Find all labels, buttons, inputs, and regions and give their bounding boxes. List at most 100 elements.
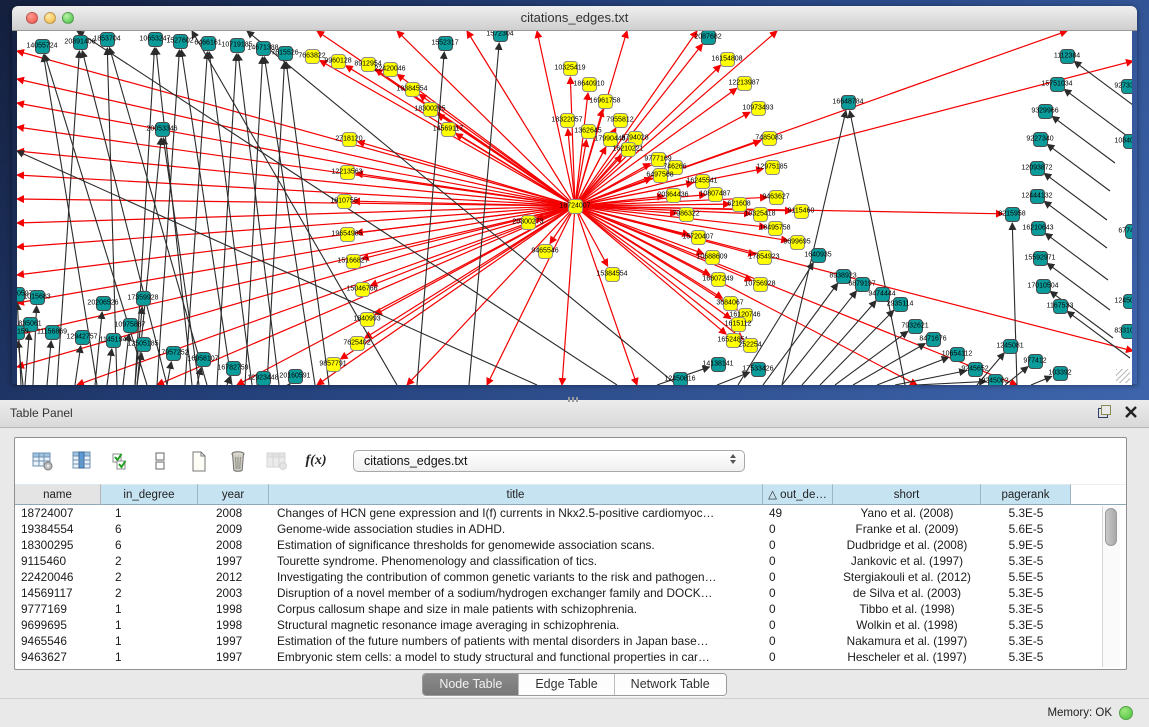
cell-out_degree[interactable]: 0 <box>763 649 833 665</box>
graph-node[interactable]: 7615526 <box>278 46 293 61</box>
cell-name[interactable]: 9463627 <box>15 649 101 665</box>
cell-title[interactable]: Estimation of significance thresholds fo… <box>269 537 763 553</box>
cell-in_degree[interactable]: 1 <box>101 601 198 617</box>
cell-in_degree[interactable]: 6 <box>101 521 198 537</box>
tab-network-table[interactable]: Network Table <box>615 674 726 695</box>
graph-node[interactable]: 977412 <box>1028 354 1043 369</box>
row-height-icon[interactable] <box>148 449 172 473</box>
cell-out_degree[interactable]: 49 <box>763 505 833 521</box>
graph-node[interactable]: 9273341 <box>1121 79 1133 94</box>
graph-node[interactable]: 18724007 <box>568 199 583 214</box>
cell-name[interactable]: 9465546 <box>15 633 101 649</box>
graph-node[interactable]: 1853704 <box>100 32 115 47</box>
table-row[interactable]: 1938455462009Genome-wide association stu… <box>15 521 1126 537</box>
graph-node[interactable]: 18495758 <box>768 221 783 236</box>
new-table-icon[interactable] <box>187 449 211 473</box>
cell-year[interactable]: 1997 <box>198 649 269 665</box>
graph-node[interactable]: 10325418 <box>753 207 768 222</box>
cell-title[interactable]: Genome-wide association studies in ADHD. <box>269 521 763 537</box>
table-row[interactable]: 1456911722003Disruption of a novel membe… <box>15 585 1126 601</box>
column-header-title[interactable]: title <box>269 484 763 505</box>
table-scrollbar[interactable] <box>1102 506 1120 667</box>
graph-node[interactable]: 15384554 <box>605 267 620 282</box>
graph-node[interactable]: 6774921 <box>1125 224 1133 239</box>
graph-node[interactable]: 14671388 <box>256 41 271 56</box>
graph-node[interactable]: 1840993 <box>360 312 375 327</box>
table-row[interactable]: 946554611997Estimation of the future num… <box>15 633 1126 649</box>
cell-name[interactable]: 9777169 <box>15 601 101 617</box>
cell-out_degree[interactable]: 0 <box>763 537 833 553</box>
graph-node[interactable]: 10653247 <box>148 32 163 47</box>
network-canvas[interactable]: 1872400776638229960128891295427181201221… <box>17 30 1132 385</box>
cell-year[interactable]: 2012 <box>198 569 269 585</box>
cell-short[interactable]: Wolkin et al. (1998) <box>833 617 981 633</box>
select-mode-icon[interactable] <box>109 449 133 473</box>
column-header-in_degree[interactable]: in_degree <box>101 484 198 505</box>
table-row[interactable]: 911546021997Tourette syndrome. Phenomeno… <box>15 553 1126 569</box>
cell-out_degree[interactable]: 0 <box>763 601 833 617</box>
cell-short[interactable]: Yano et al. (2008) <box>833 505 981 521</box>
graph-node[interactable]: 1572304 <box>493 30 508 42</box>
graph-node[interactable]: 339159 <box>17 325 25 340</box>
graph-node[interactable]: 2087682 <box>701 30 716 45</box>
graph-node[interactable]: 12975185 <box>765 160 780 175</box>
cell-name[interactable]: 9699695 <box>15 617 101 633</box>
graph-node[interactable]: 7485083 <box>762 131 777 146</box>
graph-node[interactable]: 17010504 <box>1036 279 1051 294</box>
column-header-year[interactable]: year <box>198 484 269 505</box>
tab-node-table[interactable]: Node Table <box>423 674 519 695</box>
cell-name[interactable]: 19384554 <box>15 521 101 537</box>
graph-node[interactable]: 9474444 <box>875 287 890 302</box>
graph-node[interactable]: 12450131 <box>1123 294 1133 309</box>
cell-short[interactable]: Jankovic et al. (1997) <box>833 553 981 569</box>
cell-title[interactable]: Changes of HCN gene expression and I(f) … <box>269 505 763 521</box>
graph-node[interactable]: 20300273 <box>521 215 536 230</box>
graph-node[interactable]: 11156869 <box>45 325 60 340</box>
table-settings-icon[interactable] <box>31 449 55 473</box>
graph-node[interactable]: 9465546 <box>538 244 553 259</box>
cell-title[interactable]: Corpus callosum shape and size in male p… <box>269 601 763 617</box>
cell-pagerank[interactable]: 5.3E-5 <box>981 633 1071 649</box>
graph-node[interactable]: 12213987 <box>737 76 752 91</box>
graph-node[interactable]: 9115460 <box>794 204 809 219</box>
graph-node[interactable]: 8471676 <box>926 332 941 347</box>
graph-node[interactable]: 10719185 <box>230 38 245 53</box>
graph-node[interactable]: 8215958 <box>1005 207 1020 222</box>
graph-node[interactable]: 20206526 <box>96 296 111 311</box>
graph-node[interactable]: 1640935 <box>811 248 826 263</box>
cell-name[interactable]: 14569117 <box>15 585 101 601</box>
graph-node[interactable]: 22420046 <box>383 62 398 77</box>
graph-node[interactable]: 14055724 <box>35 39 50 54</box>
cell-pagerank[interactable]: 5.3E-5 <box>981 553 1071 569</box>
column-header-name[interactable]: name <box>15 484 101 505</box>
graph-node[interactable]: 1167533 <box>1053 299 1068 314</box>
graph-node[interactable]: 14569117 <box>441 122 456 137</box>
cell-year[interactable]: 1997 <box>198 553 269 569</box>
splitter-grip[interactable] <box>568 397 578 402</box>
column-visibility-icon[interactable] <box>70 449 94 473</box>
graph-node[interactable]: 10973493 <box>751 101 766 116</box>
cell-in_degree[interactable]: 1 <box>101 505 198 521</box>
graph-node[interactable]: 9463627 <box>769 190 784 205</box>
graph-node[interactable]: 10756928 <box>753 277 768 292</box>
graph-node[interactable]: 20160597 <box>17 287 25 302</box>
cell-year[interactable]: 2008 <box>198 537 269 553</box>
function-builder-icon[interactable]: f(x) <box>304 449 328 473</box>
cell-short[interactable]: Hescheler et al. (1997) <box>833 649 981 665</box>
graph-node[interactable]: 8938923 <box>836 269 851 284</box>
graph-node[interactable]: 19654985 <box>340 227 355 242</box>
cell-name[interactable]: 9115460 <box>15 553 101 569</box>
graph-node[interactable]: 16210643 <box>1031 221 1046 236</box>
graph-node[interactable]: 15720407 <box>691 230 706 245</box>
graph-node[interactable]: 10807487 <box>708 187 723 202</box>
column-header-short[interactable]: short <box>833 484 981 505</box>
cell-out_degree[interactable]: 0 <box>763 617 833 633</box>
graph-node[interactable]: 7955812 <box>613 113 628 128</box>
graph-node[interactable]: 15751034 <box>1050 77 1065 92</box>
cell-pagerank[interactable]: 5.3E-5 <box>981 585 1071 601</box>
cell-year[interactable]: 1997 <box>198 633 269 649</box>
graph-node[interactable]: 9329966 <box>1038 104 1053 119</box>
cell-name[interactable]: 18300295 <box>15 537 101 553</box>
cell-year[interactable]: 1998 <box>198 617 269 633</box>
graph-node[interactable]: 1810755 <box>337 194 352 209</box>
